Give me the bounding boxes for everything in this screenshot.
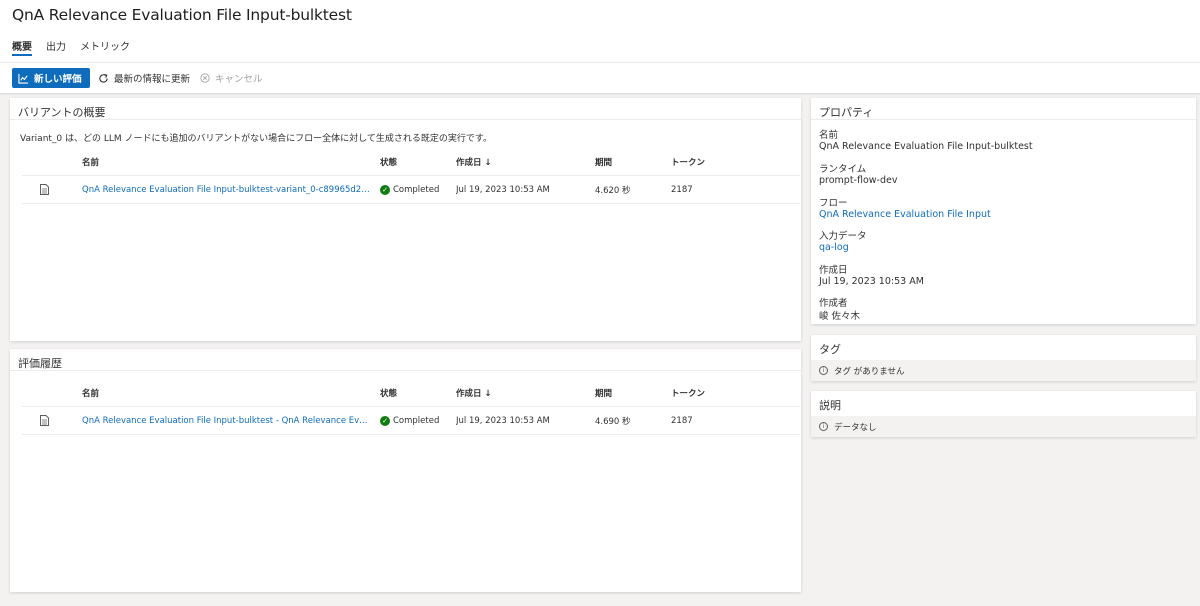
duration: 4.620 秒	[595, 185, 631, 196]
check-circle-icon: ✓	[380, 415, 390, 426]
cancel-button[interactable]: キャンセル	[200, 68, 263, 88]
tags-title: タグ	[819, 343, 841, 356]
column-created[interactable]: 作成日 ↓	[456, 148, 586, 175]
created-date: Jul 19, 2023 10:53 AM	[456, 184, 550, 195]
description-card: 説明 i データなし	[811, 391, 1196, 437]
description-empty-bar: i データなし	[811, 416, 1196, 437]
variants-title: バリアントの概要	[18, 106, 106, 119]
divider	[10, 370, 801, 371]
refresh-icon	[99, 73, 108, 83]
column-tokens[interactable]: トークン	[671, 379, 731, 406]
author-value: 峻 佐々木	[819, 311, 861, 322]
status-badge: ✓ Completed	[380, 176, 450, 203]
flow-link[interactable]: QnA Relevance Evaluation File Input	[819, 209, 991, 220]
refresh-button[interactable]: 最新の情報に更新	[98, 68, 190, 88]
variants-card: バリアントの概要 Variant_0 は、どの LLM ノードにも追加のバリアン…	[10, 98, 801, 341]
table-header: 名前 状態 作成日 ↓ 期間 トークン	[22, 379, 800, 407]
description-empty-text: データなし	[834, 422, 877, 433]
input-data-label: 入力データ	[819, 231, 867, 242]
name-label: 名前	[819, 130, 839, 141]
runtime-value: prompt-flow-dev	[819, 175, 898, 186]
history-title: 評価履歴	[18, 357, 62, 370]
column-name[interactable]: 名前	[82, 148, 372, 175]
runtime-label: ランタイム	[819, 164, 867, 175]
new-evaluation-button[interactable]: 新しい評価	[12, 68, 90, 88]
new-evaluation-label: 新しい評価	[34, 74, 82, 85]
status-badge: ✓ Completed	[380, 407, 450, 434]
created-value: Jul 19, 2023 10:53 AM	[819, 276, 924, 287]
command-bar: 新しい評価 最新の情報に更新 キャンセル	[0, 62, 1200, 93]
table-row[interactable]: QnA Relevance Evaluation File Input-bulk…	[22, 176, 800, 204]
tags-card: タグ i タグ がありません	[811, 335, 1196, 381]
tokens: 2187	[671, 184, 693, 195]
tab-metrics[interactable]: メトリック	[80, 38, 130, 53]
column-name[interactable]: 名前	[82, 379, 372, 406]
tags-empty-bar: i タグ がありません	[811, 360, 1196, 381]
created-date: Jul 19, 2023 10:53 AM	[456, 415, 550, 426]
column-tokens[interactable]: トークン	[671, 148, 731, 175]
tab-bar: 概要 出力 メトリック	[12, 38, 130, 56]
column-status[interactable]: 状態	[380, 379, 450, 406]
document-icon	[40, 176, 56, 203]
refresh-label: 最新の情報に更新	[114, 74, 191, 85]
divider	[10, 119, 801, 120]
column-created[interactable]: 作成日 ↓	[456, 379, 586, 406]
description-title: 説明	[819, 399, 841, 412]
tab-outputs[interactable]: 出力	[46, 38, 66, 53]
document-icon	[40, 407, 56, 434]
name-value: QnA Relevance Evaluation File Input-bulk…	[819, 141, 1033, 152]
created-label: 作成日	[819, 265, 848, 276]
duration: 4.690 秒	[595, 416, 631, 427]
tokens: 2187	[671, 415, 693, 426]
author-label: 作成者	[819, 298, 848, 309]
info-icon: i	[819, 422, 828, 431]
properties-title: プロパティ	[819, 106, 874, 119]
divider	[811, 119, 1196, 120]
column-status[interactable]: 状態	[380, 148, 450, 175]
cancel-icon	[200, 73, 210, 83]
check-circle-icon: ✓	[380, 184, 390, 195]
table-row[interactable]: QnA Relevance Evaluation File Input-bulk…	[22, 407, 800, 435]
table-header: 名前 状態 作成日 ↓ 期間 トークン	[22, 148, 800, 176]
input-data-link[interactable]: qa-log	[819, 242, 849, 253]
tags-empty-text: タグ がありません	[834, 366, 905, 377]
tab-overview[interactable]: 概要	[12, 38, 32, 56]
chart-icon	[18, 73, 29, 84]
run-name-link[interactable]: QnA Relevance Evaluation File Input-bulk…	[82, 176, 372, 203]
cancel-label: キャンセル	[215, 74, 263, 85]
evaluation-history-card: 評価履歴 名前 状態 作成日 ↓ 期間 トークン QnA Relevance E…	[10, 349, 801, 592]
info-icon: i	[819, 366, 828, 375]
flow-label: フロー	[819, 198, 848, 209]
run-name-link[interactable]: QnA Relevance Evaluation File Input-bulk…	[82, 407, 372, 434]
column-duration[interactable]: 期間	[595, 379, 665, 406]
column-duration[interactable]: 期間	[595, 148, 665, 175]
page-title: QnA Relevance Evaluation File Input-bulk…	[12, 6, 352, 24]
variants-description: Variant_0 は、どの LLM ノードにも追加のバリアントがない場合にフロ…	[20, 134, 492, 144]
properties-card: プロパティ 名前 QnA Relevance Evaluation File I…	[811, 98, 1196, 324]
page-header: QnA Relevance Evaluation File Input-bulk…	[0, 0, 1200, 62]
